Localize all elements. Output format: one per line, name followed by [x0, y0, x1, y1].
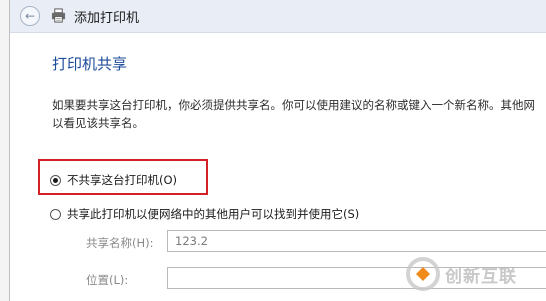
watermark-logo-icon	[406, 257, 440, 291]
watermark: 创新互联	[405, 255, 546, 293]
share-radio[interactable]	[50, 208, 61, 220]
share-label: 共享此打印机以便网络中的其他用户可以找到并使用它(S)	[67, 207, 360, 221]
description-line-1: 如果要共享这台打印机，你必须提供共享名。你可以使用建议的名称或键入一个新名称。其…	[52, 98, 535, 112]
page-description: 如果要共享这台打印机，你必须提供共享名。你可以使用建议的名称或键入一个新名称。其…	[52, 96, 546, 132]
page-title: 打印机共享	[52, 55, 128, 73]
location-label: 位置(L):	[86, 273, 129, 287]
back-arrow-icon: ←	[24, 9, 36, 23]
no-share-radio[interactable]	[50, 174, 61, 186]
share-option[interactable]: 共享此打印机以便网络中的其他用户可以找到并使用它(S)	[50, 206, 359, 222]
share-name-input[interactable]: 123.2	[167, 230, 546, 252]
printer-icon	[51, 8, 66, 23]
background-window-strip	[0, 0, 10, 301]
watermark-text: 创新互联	[445, 266, 517, 287]
no-share-label: 不共享这台打印机(O)	[67, 173, 178, 187]
no-share-option[interactable]: 不共享这台打印机(O)	[50, 172, 177, 188]
title-bar: ← 添加打印机	[10, 0, 546, 33]
share-name-label: 共享名称(H):	[86, 236, 154, 250]
window-title: 添加打印机	[74, 11, 140, 26]
share-name-value: 123.2	[175, 234, 208, 248]
description-line-2: 以看见该共享名。	[52, 116, 144, 130]
back-button[interactable]: ←	[20, 6, 40, 26]
